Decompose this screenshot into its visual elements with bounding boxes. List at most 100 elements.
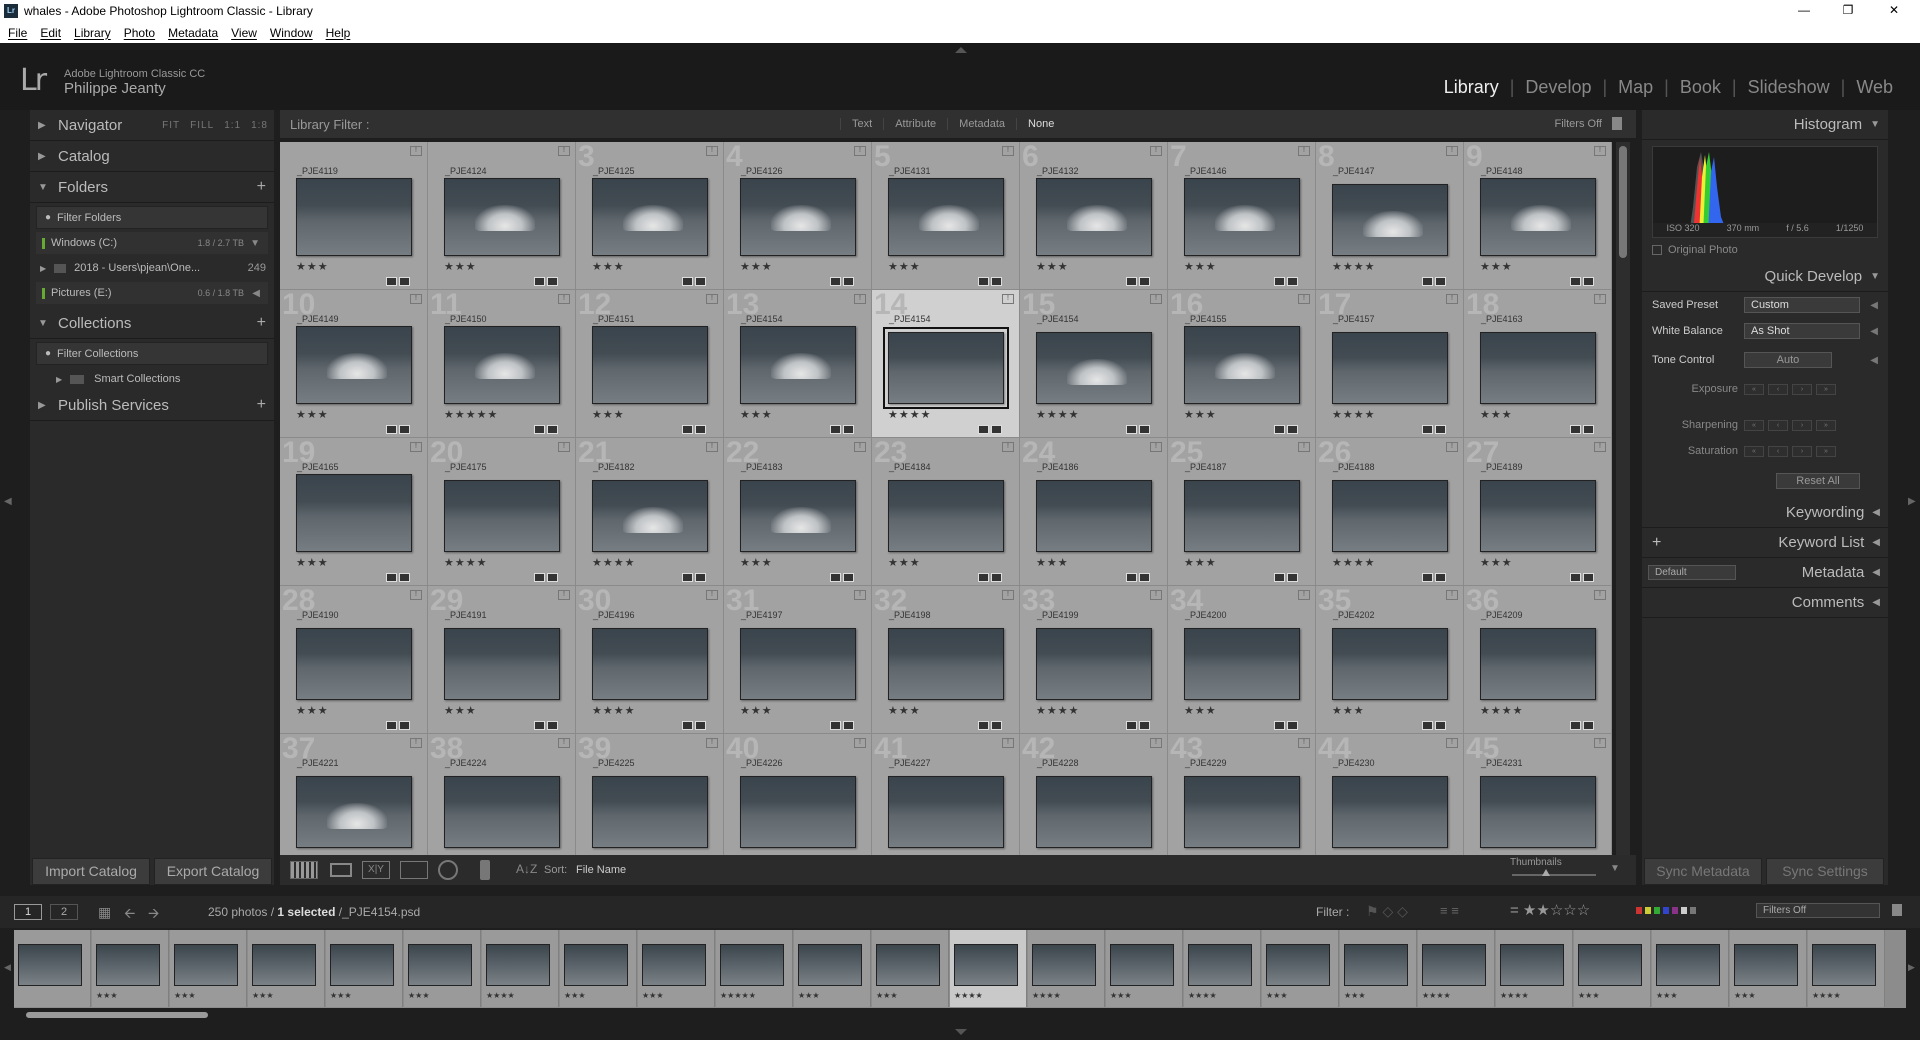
star-rating[interactable]: ★★★★ bbox=[1480, 704, 1523, 717]
flag-icon[interactable]: ! bbox=[1446, 294, 1458, 304]
grid-cell[interactable]: 17! _PJE4157 ★★★★ bbox=[1316, 288, 1464, 438]
saved-preset-select[interactable]: Custom bbox=[1744, 297, 1860, 313]
survey-view-icon[interactable] bbox=[400, 861, 428, 879]
photo-thumbnail[interactable] bbox=[740, 776, 856, 848]
window-1-button[interactable]: 1 bbox=[14, 904, 42, 920]
flag-icon[interactable]: ! bbox=[1150, 442, 1162, 452]
grid-cell[interactable]: 30! _PJE4196 ★★★★ bbox=[576, 584, 724, 734]
minimize-icon[interactable]: — bbox=[1784, 0, 1824, 22]
flag-icon[interactable]: ! bbox=[558, 738, 570, 748]
sharpening-stepper[interactable]: «‹ ›» bbox=[1744, 419, 1836, 431]
photo-thumbnail[interactable] bbox=[740, 480, 856, 552]
metadata-preset-select[interactable]: Default bbox=[1648, 565, 1736, 580]
menu-help[interactable]: Help bbox=[326, 26, 351, 40]
grid-cell[interactable]: 15! _PJE4154 ★★★★ bbox=[1020, 288, 1168, 438]
close-icon[interactable]: ✕ bbox=[1874, 0, 1914, 22]
zoom-fill[interactable]: FILL bbox=[190, 120, 214, 131]
filmstrip-scrollbar[interactable] bbox=[14, 1012, 1906, 1020]
flag-icon[interactable]: ! bbox=[706, 294, 718, 304]
filmstrip-item[interactable] bbox=[14, 930, 91, 1007]
zoom-1-1[interactable]: 1:1 bbox=[224, 120, 241, 131]
reset-all-button[interactable]: Reset All bbox=[1776, 473, 1860, 489]
filmstrip-thumbnail[interactable] bbox=[564, 944, 628, 986]
filmstrip-thumbnail[interactable] bbox=[876, 944, 940, 986]
photo-thumbnail[interactable] bbox=[1036, 178, 1152, 256]
metadata-header[interactable]: Default Metadata ◀ bbox=[1642, 558, 1888, 588]
flag-icon[interactable]: ! bbox=[1446, 738, 1458, 748]
flag-icon[interactable]: ! bbox=[1150, 294, 1162, 304]
slider-handle[interactable] bbox=[1542, 869, 1550, 876]
flag-icon[interactable]: ! bbox=[854, 590, 866, 600]
star-rating[interactable]: ★★★★ bbox=[444, 556, 487, 569]
filmstrip-thumbnail[interactable] bbox=[408, 944, 472, 986]
sync-metadata-button[interactable]: Sync Metadata bbox=[1644, 858, 1762, 885]
flag-icon[interactable]: ! bbox=[1002, 146, 1014, 156]
filmstrip-item[interactable]: ★★★ bbox=[1730, 930, 1807, 1007]
photo-thumbnail[interactable] bbox=[296, 474, 412, 552]
star-rating[interactable]: ★★★ bbox=[1184, 556, 1217, 569]
filter-collections-input[interactable]: ● Filter Collections bbox=[36, 342, 268, 365]
grid-cell[interactable]: 14! _PJE4154 ★★★★ bbox=[872, 288, 1020, 438]
star-rating[interactable]: ★★★ bbox=[740, 260, 773, 273]
filmstrip-item[interactable]: ★★★ bbox=[326, 930, 403, 1007]
photo-thumbnail[interactable] bbox=[1036, 332, 1152, 404]
menu-metadata[interactable]: Metadata bbox=[168, 26, 218, 40]
module-web[interactable]: Web bbox=[1845, 77, 1904, 98]
filmstrip-right-icon[interactable]: ▶ bbox=[1908, 962, 1915, 973]
grid-cell[interactable]: 33! _PJE4199 ★★★★ bbox=[1020, 584, 1168, 734]
thumbnail-size-slider[interactable] bbox=[1512, 874, 1596, 876]
grid-cell[interactable]: 25! _PJE4187 ★★★ bbox=[1168, 436, 1316, 586]
flag-icon[interactable]: ! bbox=[1298, 590, 1310, 600]
filmstrip-item[interactable]: ★★★★ bbox=[1028, 930, 1105, 1007]
star-rating[interactable]: ★★★ bbox=[1480, 408, 1513, 421]
filmstrip-thumbnail[interactable] bbox=[798, 944, 862, 986]
import-catalog-button[interactable]: Import Catalog bbox=[32, 858, 150, 885]
volume-pictures[interactable]: Pictures (E:) 0.6 / 1.8 TB ◀ bbox=[36, 282, 268, 304]
flag-icon[interactable]: ! bbox=[1002, 294, 1014, 304]
chevron-left-icon[interactable]: ◀ bbox=[1870, 326, 1878, 337]
photo-thumbnail[interactable] bbox=[1184, 178, 1300, 256]
loupe-view-icon[interactable] bbox=[330, 863, 352, 877]
filmstrip-thumbnail[interactable] bbox=[1500, 944, 1564, 986]
flag-icon[interactable]: ! bbox=[706, 590, 718, 600]
sort-direction-icon[interactable]: A↓Z bbox=[516, 862, 537, 876]
grid-cell[interactable]: 12! _PJE4151 ★★★ bbox=[576, 288, 724, 438]
filmstrip-item[interactable]: ★★★★ bbox=[950, 930, 1027, 1007]
photo-thumbnail[interactable] bbox=[1480, 480, 1596, 552]
flag-icon[interactable]: ! bbox=[410, 590, 422, 600]
photo-thumbnail[interactable] bbox=[1480, 776, 1596, 848]
scroll-thumb[interactable] bbox=[26, 1012, 208, 1018]
photo-thumbnail[interactable] bbox=[592, 776, 708, 848]
star-rating[interactable]: ★★★ bbox=[1184, 704, 1217, 717]
auto-tone-button[interactable]: Auto bbox=[1744, 352, 1832, 368]
filmstrip-thumbnail[interactable] bbox=[954, 944, 1018, 986]
photo-thumbnail[interactable] bbox=[883, 327, 1009, 409]
saturation-stepper[interactable]: «‹ ›» bbox=[1744, 445, 1836, 457]
grid-cell[interactable]: 3! _PJE4125 ★★★ bbox=[576, 142, 724, 290]
filmstrip-item[interactable]: ★★★★★ bbox=[716, 930, 793, 1007]
flag-icon[interactable]: ! bbox=[1002, 590, 1014, 600]
photo-thumbnail[interactable] bbox=[592, 628, 708, 700]
grid-cell[interactable]: 22! _PJE4183 ★★★ bbox=[724, 436, 872, 586]
flag-icon[interactable]: ! bbox=[410, 738, 422, 748]
star-rating[interactable]: ★★★ bbox=[296, 408, 329, 421]
star-rating[interactable]: ★★★ bbox=[296, 556, 329, 569]
photo-thumbnail[interactable] bbox=[1332, 480, 1448, 552]
grid-cell[interactable]: 9! _PJE4148 ★★★ bbox=[1464, 142, 1612, 290]
folder-item[interactable]: ▶ 2018 - Users\pjean\One... 249 bbox=[30, 257, 274, 279]
flag-icon[interactable]: ! bbox=[854, 294, 866, 304]
grid-cell[interactable]: 8! _PJE4147 ★★★★ bbox=[1316, 142, 1464, 290]
exposure-stepper[interactable]: «‹ ›» bbox=[1744, 383, 1836, 395]
photo-thumbnail[interactable] bbox=[444, 326, 560, 404]
star-rating[interactable]: ★★★★ bbox=[888, 408, 931, 421]
grid-cell[interactable]: 28! _PJE4190 ★★★ bbox=[280, 584, 428, 734]
filmstrip-item[interactable]: ★★★ bbox=[248, 930, 325, 1007]
checkbox[interactable] bbox=[1652, 245, 1662, 255]
comments-header[interactable]: Comments ◀ bbox=[1642, 588, 1888, 618]
star-rating[interactable]: ★★★ bbox=[740, 408, 773, 421]
keywording-header[interactable]: Keywording ◀ bbox=[1642, 498, 1888, 528]
collapse-bottom-icon[interactable] bbox=[955, 1029, 967, 1035]
flag-icon[interactable]: ! bbox=[410, 294, 422, 304]
grid-cell[interactable]: 27! _PJE4189 ★★★ bbox=[1464, 436, 1612, 586]
chevron-left-icon[interactable]: ◀ bbox=[1870, 300, 1878, 311]
